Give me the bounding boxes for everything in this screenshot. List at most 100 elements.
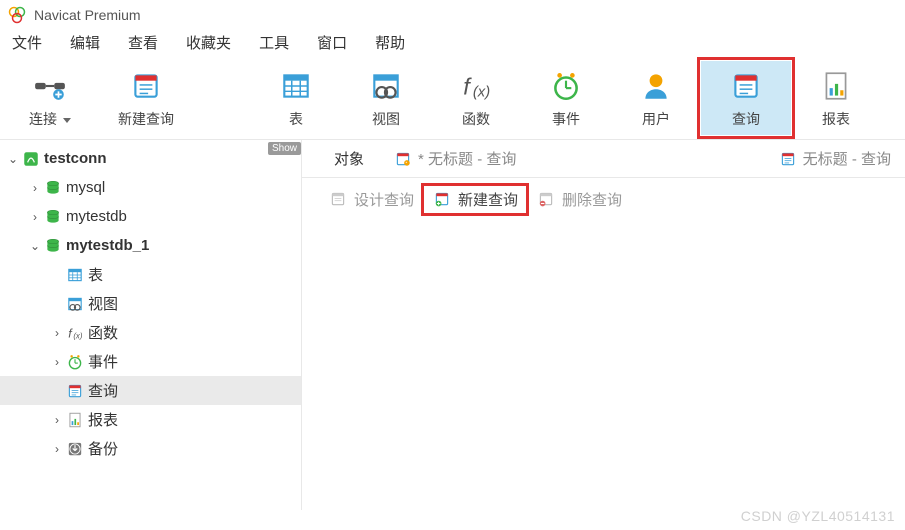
- report-icon: [64, 411, 86, 429]
- tree-label: testconn: [44, 150, 107, 167]
- tree-database-3[interactable]: ⌄ mytestdb_1: [0, 231, 301, 260]
- watermark: CSDN @YZL40514131: [741, 508, 895, 524]
- menubar: 文件 编辑 查看 收藏夹 工具 窗口 帮助: [0, 26, 905, 61]
- tab-label: 无标题 - 查询: [803, 148, 891, 169]
- tree-report-9[interactable]: › 报表: [0, 405, 301, 434]
- chevron-down-icon[interactable]: ⌄: [6, 152, 20, 166]
- tab-objects[interactable]: 对象: [320, 144, 378, 173]
- connection-tree: ⌄testconn›mysql›mytestdb⌄mytestdb_1表视图›f…: [0, 144, 301, 463]
- toolbar: 连接新建查询表视图f(x)函数事件用户查询报表: [0, 61, 905, 140]
- query-mod-icon: *: [394, 150, 412, 168]
- query-icon: [729, 65, 763, 107]
- svg-text:*: *: [406, 160, 408, 165]
- event-icon: [549, 65, 583, 107]
- tree-label: 视图: [88, 293, 118, 314]
- query-icon: [64, 382, 86, 400]
- tool-view[interactable]: 视图: [341, 61, 431, 135]
- tree-label: 表: [88, 264, 103, 285]
- action-delete: 删除查询: [528, 186, 630, 213]
- sidebar: Show ⌄testconn›mysql›mytestdb⌄mytestdb_1…: [0, 140, 302, 510]
- chevron-right-icon[interactable]: ›: [50, 326, 64, 340]
- menu-4[interactable]: 工具: [259, 32, 289, 53]
- backup-icon: [64, 440, 86, 458]
- action-new[interactable]: 新建查询: [424, 186, 526, 213]
- tree-query-8[interactable]: 查询: [0, 376, 301, 405]
- query-gray-icon: [328, 189, 348, 209]
- chevron-right-icon[interactable]: ›: [28, 210, 42, 224]
- chevron-down-icon[interactable]: ⌄: [28, 239, 42, 253]
- table-icon: [64, 266, 86, 284]
- report-icon: [819, 65, 853, 107]
- chevron-right-icon[interactable]: ›: [28, 181, 42, 195]
- svg-text:f: f: [68, 326, 73, 340]
- tool-label: 新建查询: [118, 109, 174, 129]
- tree-database-2[interactable]: › mytestdb: [0, 202, 301, 231]
- menu-5[interactable]: 窗口: [317, 32, 347, 53]
- tree-database-1[interactable]: ›mysql: [0, 173, 301, 202]
- connect-icon: [33, 65, 67, 107]
- connection-icon: [20, 150, 42, 168]
- tab-untitled1[interactable]: * * 无标题 - 查询: [380, 144, 530, 173]
- view-icon: [64, 295, 86, 313]
- chevron-right-icon[interactable]: ›: [50, 413, 64, 427]
- menu-2[interactable]: 查看: [128, 32, 158, 53]
- tool-label: 视图: [372, 109, 400, 129]
- chevron-down-icon: [63, 118, 71, 123]
- tree-connection-0[interactable]: ⌄ testconn: [0, 144, 301, 173]
- tree-label: mytestdb: [66, 208, 127, 225]
- action-label: 设计查询: [354, 189, 414, 210]
- tool-table[interactable]: 表: [251, 61, 341, 135]
- query-add-icon: [432, 189, 452, 209]
- query-del-icon: [536, 189, 556, 209]
- tree-backup-10[interactable]: › 备份: [0, 434, 301, 463]
- app-logo-icon: [8, 6, 26, 24]
- tool-label: 报表: [822, 109, 850, 129]
- database-icon: [42, 208, 64, 226]
- svg-text:(x): (x): [473, 85, 490, 101]
- menu-0[interactable]: 文件: [12, 32, 42, 53]
- view-icon: [369, 65, 403, 107]
- tab-label: 对象: [334, 148, 364, 169]
- tool-connect[interactable]: 连接: [0, 61, 100, 135]
- newquery-icon: [129, 65, 163, 107]
- tree-label: mytestdb_1: [66, 237, 149, 254]
- chevron-right-icon[interactable]: ›: [50, 355, 64, 369]
- table-icon: [279, 65, 313, 107]
- tree-label: 备份: [88, 438, 118, 459]
- menu-3[interactable]: 收藏夹: [186, 32, 231, 53]
- svg-text:f: f: [463, 74, 472, 100]
- tree-event-7[interactable]: ›事件: [0, 347, 301, 376]
- action-label: 新建查询: [458, 189, 518, 210]
- tree-function-6[interactable]: ›f(x)函数: [0, 318, 301, 347]
- event-icon: [64, 353, 86, 371]
- tab-untitled2[interactable]: 无标题 - 查询: [765, 144, 905, 173]
- tool-event[interactable]: 事件: [521, 61, 611, 135]
- user-icon: [639, 65, 673, 107]
- menu-1[interactable]: 编辑: [70, 32, 100, 53]
- tabbar: 对象 * * 无标题 - 查询 无标题 - 查询: [302, 140, 905, 178]
- function-icon: f(x): [459, 65, 493, 107]
- show-tag[interactable]: Show: [268, 142, 301, 155]
- tab-label: * 无标题 - 查询: [418, 148, 516, 169]
- actionbar: 设计查询 新建查询删除查询: [302, 178, 905, 220]
- svg-text:(x): (x): [73, 331, 83, 340]
- tool-label: 表: [289, 109, 303, 129]
- titlebar: Navicat Premium: [0, 0, 905, 26]
- tree-table-4[interactable]: 表: [0, 260, 301, 289]
- tool-label: 查询: [732, 109, 760, 129]
- tool-newquery[interactable]: 新建查询: [101, 61, 191, 135]
- chevron-right-icon[interactable]: ›: [50, 442, 64, 456]
- content-area: 对象 * * 无标题 - 查询 无标题 - 查询 设计查询 新建查询删除查询: [302, 140, 905, 510]
- tool-label: 函数: [462, 109, 490, 129]
- app-title: Navicat Premium: [34, 7, 141, 23]
- tool-report[interactable]: 报表: [791, 61, 881, 135]
- query-icon: [779, 150, 797, 168]
- tool-label: 事件: [552, 109, 580, 129]
- menu-6[interactable]: 帮助: [375, 32, 405, 53]
- tool-user[interactable]: 用户: [611, 61, 701, 135]
- tree-label: 报表: [88, 409, 118, 430]
- tool-label: 用户: [642, 109, 670, 129]
- tree-view-5[interactable]: 视图: [0, 289, 301, 318]
- tool-function[interactable]: f(x)函数: [431, 61, 521, 135]
- tool-query[interactable]: 查询: [701, 61, 791, 135]
